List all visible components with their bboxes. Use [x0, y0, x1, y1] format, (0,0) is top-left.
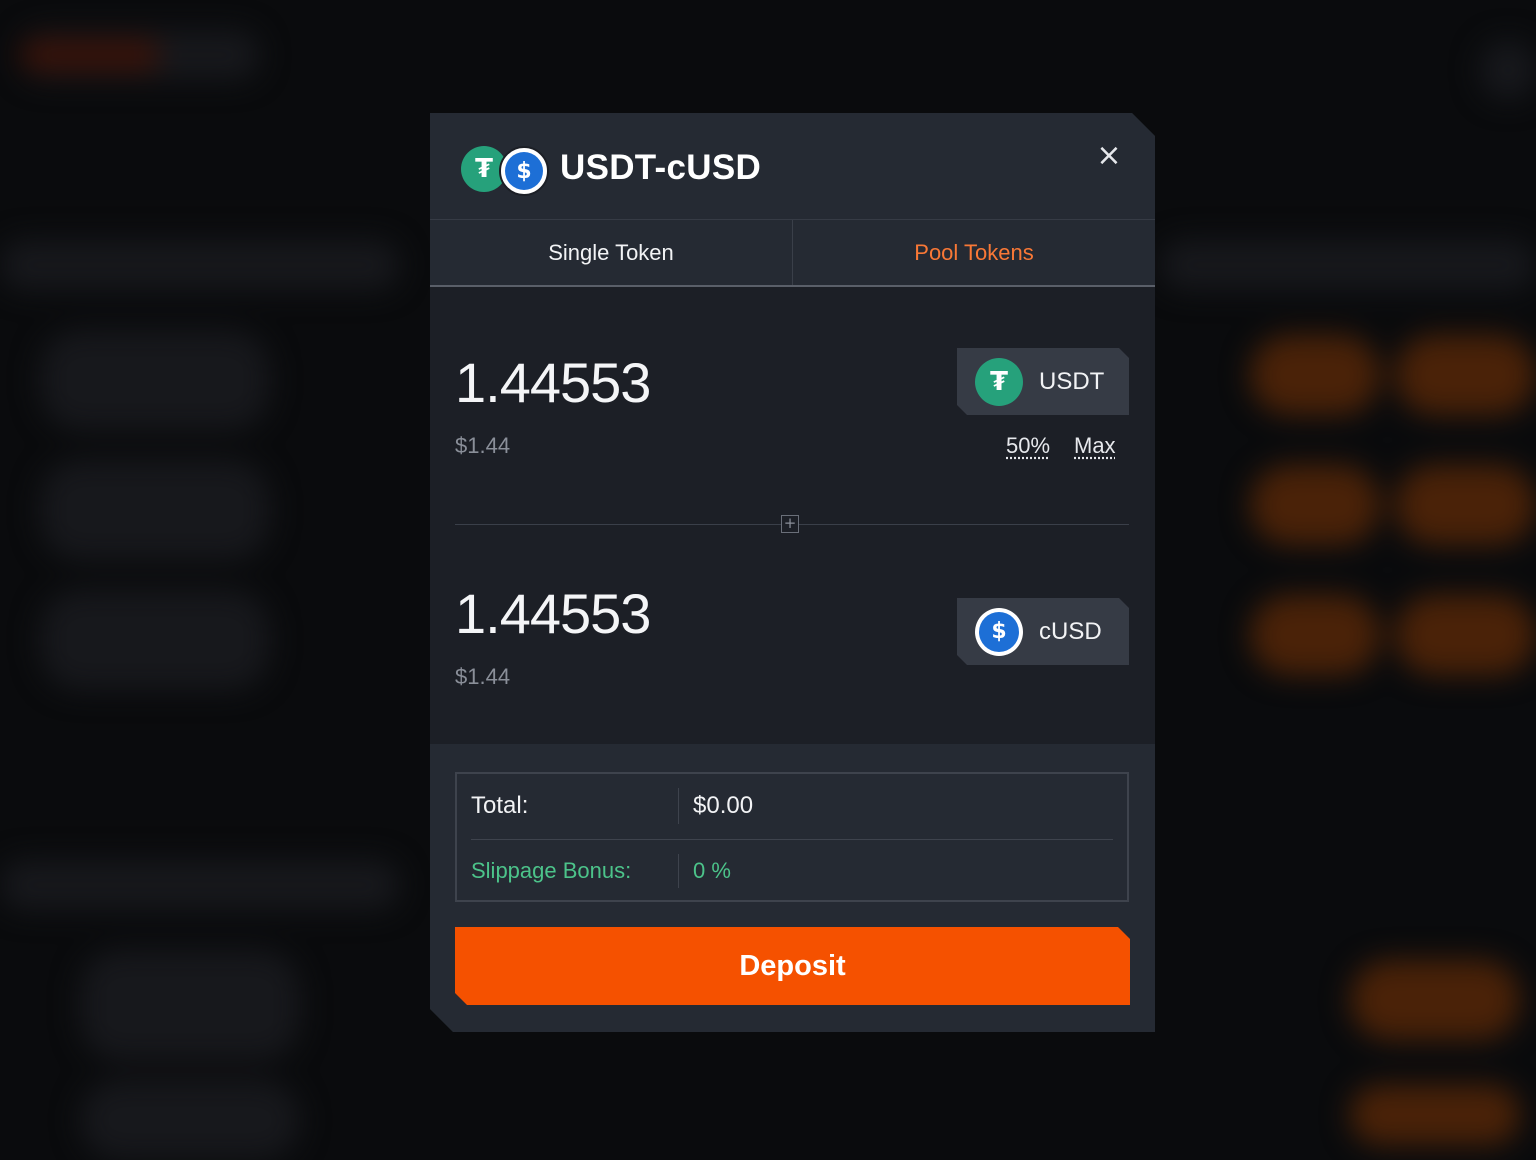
max-button[interactable]: Max	[1074, 433, 1116, 459]
token-label: USDT	[1039, 367, 1105, 395]
modal-title: USDT-cUSD	[560, 148, 762, 187]
deposit-button[interactable]: Deposit	[455, 927, 1130, 1005]
cusd-icon: $	[499, 146, 549, 196]
summary-table: Total: $0.00 Slippage Bonus: 0 %	[455, 772, 1129, 902]
token-label: cUSD	[1039, 617, 1102, 645]
usdt-token-selector[interactable]: ₮ USDT	[957, 348, 1129, 415]
total-value: $0.00	[693, 792, 754, 819]
cusd-amount-input[interactable]: 1.44553	[455, 581, 651, 646]
total-label: Total:	[471, 792, 529, 819]
cusd-icon: $	[975, 607, 1023, 656]
modal-header: ₮ $ USDT-cUSD ×	[430, 113, 1155, 220]
cusd-usd-value: $1.44	[455, 664, 511, 689]
total-row: Total: $0.00	[457, 774, 1127, 838]
tab-pool-tokens[interactable]: Pool Tokens	[792, 220, 1155, 285]
pair-icons: ₮ $	[461, 144, 549, 196]
slippage-row: Slippage Bonus: 0 %	[457, 840, 1127, 904]
fifty-percent-button[interactable]: 50%	[1006, 433, 1050, 459]
slippage-value: 0 %	[693, 858, 731, 883]
close-icon[interactable]: ×	[1096, 141, 1122, 171]
tether-icon: ₮	[975, 357, 1023, 406]
tab-single-token[interactable]: Single Token	[430, 220, 792, 285]
cusd-token-selector[interactable]: $ cUSD	[957, 598, 1129, 665]
usdt-amount-input[interactable]: 1.44553	[455, 350, 651, 415]
modal-footer: Total: $0.00 Slippage Bonus: 0 % Deposit	[430, 744, 1155, 1032]
usdt-usd-value: $1.44	[455, 433, 511, 458]
plus-square-icon: +	[781, 515, 799, 533]
add-liquidity-modal: ₮ $ USDT-cUSD × Single Token Pool Tokens…	[430, 113, 1155, 1032]
tab-bar: Single Token Pool Tokens	[430, 220, 1155, 287]
slippage-label: Slippage Bonus:	[471, 858, 632, 883]
